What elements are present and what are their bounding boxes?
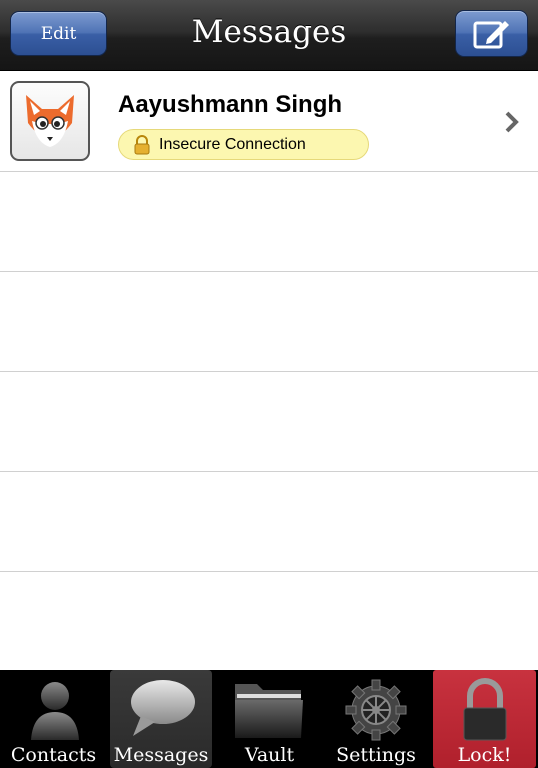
empty-row bbox=[0, 372, 538, 472]
tab-contacts[interactable]: Contacts bbox=[2, 670, 105, 768]
compose-icon bbox=[473, 21, 509, 49]
chevron-right-icon bbox=[505, 111, 519, 133]
tab-label: Lock! bbox=[457, 744, 512, 766]
tab-messages[interactable]: Messages bbox=[110, 670, 212, 768]
status-text: Insecure Connection bbox=[159, 136, 306, 153]
empty-row bbox=[0, 472, 538, 572]
status-badge: Insecure Connection bbox=[118, 129, 369, 160]
person-icon bbox=[31, 682, 79, 740]
tab-settings[interactable]: Settings bbox=[326, 670, 426, 768]
tab-label: Contacts bbox=[10, 744, 97, 766]
tab-vault[interactable]: Vault bbox=[218, 670, 321, 768]
navigation-bar: Edit Messages bbox=[0, 0, 538, 71]
contact-name: Aayushmann Singh bbox=[118, 91, 343, 118]
tab-bar: Contacts Messages Vault Settings Lock! bbox=[0, 670, 538, 768]
padlock-icon bbox=[463, 678, 507, 741]
speech-bubble-icon bbox=[131, 680, 195, 736]
tab-label: Messages bbox=[113, 744, 209, 766]
compose-button[interactable] bbox=[455, 10, 528, 57]
conversation-list: Aayushmann Singh Insecure Connection bbox=[0, 71, 538, 572]
gear-icon bbox=[345, 679, 407, 741]
tab-lock[interactable]: Lock! bbox=[433, 670, 536, 768]
fox-avatar-icon bbox=[10, 81, 90, 161]
conversation-row[interactable]: Aayushmann Singh Insecure Connection bbox=[0, 71, 538, 172]
empty-row bbox=[0, 172, 538, 272]
tab-label: Vault bbox=[244, 744, 295, 766]
empty-row bbox=[0, 272, 538, 372]
tab-label: Settings bbox=[336, 744, 416, 766]
lock-icon bbox=[134, 135, 150, 155]
folder-icon bbox=[235, 684, 303, 738]
